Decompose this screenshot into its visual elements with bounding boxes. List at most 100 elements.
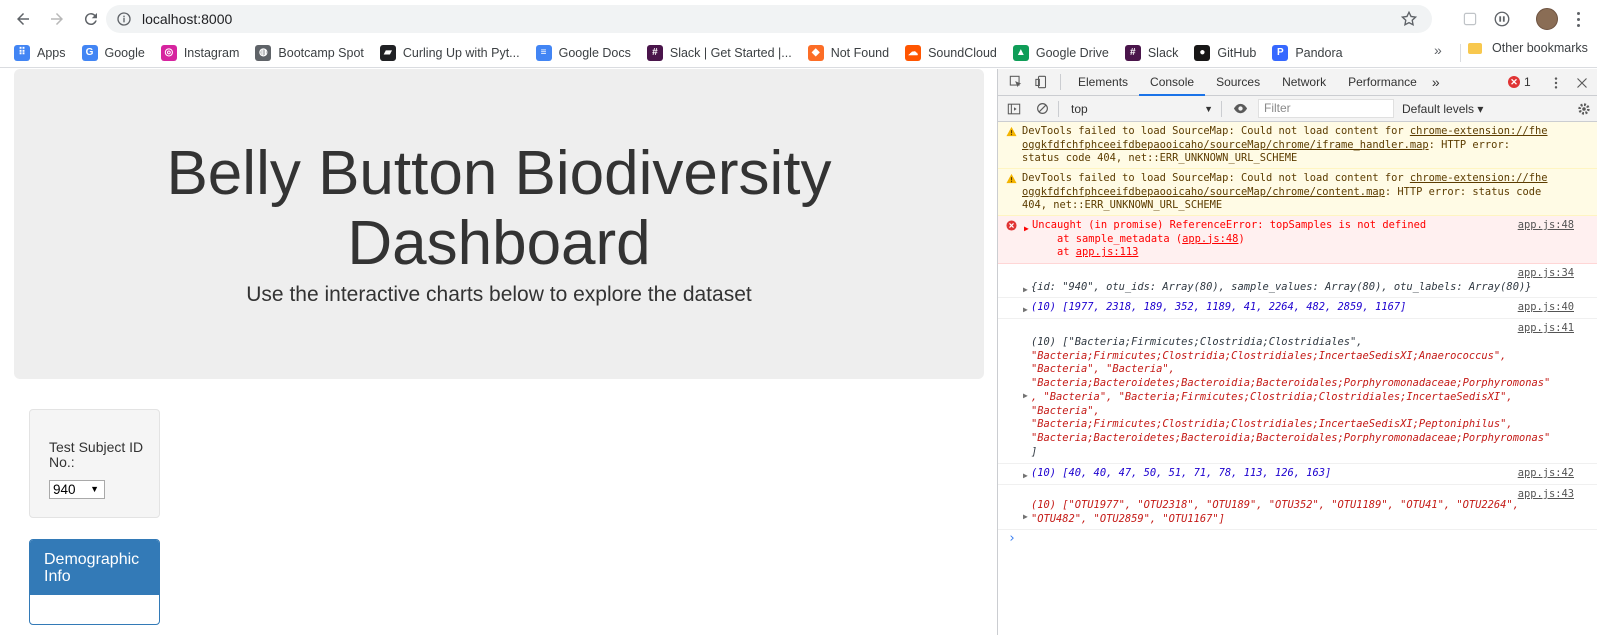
warning-icon	[1006, 173, 1017, 184]
log-array-line: "Bacteria",	[1031, 404, 1100, 417]
back-button[interactable]	[9, 5, 37, 33]
log-array: "OTU482", "OTU2859", "OTU1167"]	[1031, 512, 1225, 525]
jumbotron: Belly Button Biodiversity Dashboard Use …	[14, 69, 984, 379]
subject-id-select[interactable]: 940 ▼	[49, 480, 105, 499]
log-levels-select[interactable]: Default levels ▾	[1402, 102, 1483, 116]
google-docs-icon: ≡	[535, 44, 552, 61]
slack-icon: #	[1124, 44, 1141, 61]
prompt-chevron-icon: ›	[1008, 531, 1016, 546]
bookmark-item[interactable]: ⠿ Apps	[8, 41, 72, 65]
github-icon: ●	[1194, 44, 1211, 61]
bookmark-item[interactable]: ● GitHub	[1188, 41, 1262, 65]
forward-button[interactable]	[43, 5, 71, 33]
context-select[interactable]: top ▼	[1067, 99, 1217, 119]
address-bar[interactable]: localhost:8000	[106, 5, 1432, 33]
bookmark-item[interactable]: P Pandora	[1266, 41, 1348, 65]
gitlab-icon: ◆	[807, 44, 824, 61]
inspect-element-icon[interactable]	[1008, 74, 1024, 90]
log-array-line: "Bacteria;Bacteroidetes;Bacteroidia;Bact…	[1031, 431, 1551, 444]
eye-icon[interactable]	[1232, 101, 1248, 117]
sourcemap-link[interactable]: chrome-extension://fhe	[1410, 125, 1548, 137]
bookmark-item[interactable]: ◍ Bootcamp Spot	[249, 41, 369, 65]
console-error: app.js:48 ▶ Uncaught (in promise) Referen…	[998, 216, 1597, 264]
devtools-tab-sources[interactable]: Sources	[1205, 69, 1271, 96]
devtools-tab-elements[interactable]: Elements	[1067, 69, 1139, 96]
stack-link[interactable]: app.js:48	[1182, 233, 1238, 245]
error-counter[interactable]: ✕ 1	[1508, 75, 1531, 89]
error-count: 1	[1524, 75, 1531, 89]
book-icon: ▰	[379, 44, 396, 61]
page-subtitle: Use the interactive charts below to expl…	[246, 283, 752, 306]
device-toolbar-icon[interactable]	[1034, 74, 1050, 90]
console-log: app.js:41 ▶ (10) ["Bacteria;Firmicutes;C…	[998, 319, 1597, 464]
bookmark-item[interactable]: ☁ SoundCloud	[899, 41, 1003, 65]
bookmark-item[interactable]: ◆ Not Found	[802, 41, 895, 65]
info-icon[interactable]	[116, 11, 132, 27]
google-icon: G	[81, 44, 98, 61]
bookmark-star-icon[interactable]	[1400, 10, 1418, 28]
sourcemap-link[interactable]: oggkfdfchfphceeifdbepaooicaho/sourceMap/…	[1022, 139, 1429, 151]
bookmark-label: Bootcamp Spot	[278, 45, 364, 60]
bookmark-item[interactable]: ≡ Google Docs	[530, 41, 637, 65]
sidebar-toggle-icon[interactable]	[1006, 101, 1022, 117]
error-icon: ✕	[1508, 76, 1520, 88]
expand-arrow-icon[interactable]: ▶	[1023, 283, 1028, 297]
clear-console-icon[interactable]	[1034, 101, 1050, 117]
console-log: app.js:43 ▶ (10) ["OTU1977", "OTU2318", …	[998, 485, 1597, 530]
console-warning: DevTools failed to load SourceMap: Could…	[998, 122, 1597, 169]
source-link[interactable]: app.js:34	[1518, 267, 1574, 281]
bookmark-item[interactable]: ▰ Curling Up with Pyt...	[374, 41, 526, 65]
bookmark-label: GitHub	[1217, 45, 1257, 60]
bookmark-item[interactable]: ◎ Instagram	[155, 41, 246, 65]
bookmark-label: Google	[104, 45, 145, 60]
browser-toolbar: localhost:8000	[0, 0, 1597, 38]
devtools-tab-network[interactable]: Network	[1271, 69, 1337, 96]
devtools-tab-performance[interactable]: Performance	[1337, 69, 1428, 96]
console-log: app.js:34 ▶ {id: "940", otu_ids: Array(80…	[998, 264, 1597, 298]
devtools-menu-icon[interactable]	[1548, 75, 1564, 91]
profile-avatar[interactable]	[1536, 8, 1558, 30]
source-link[interactable]: app.js:40	[1518, 301, 1574, 315]
reload-button[interactable]	[77, 5, 105, 33]
reload-icon	[84, 13, 97, 26]
expand-arrow-icon[interactable]: ▶	[1023, 303, 1028, 317]
bookmark-item[interactable]: # Slack | Get Started |...	[641, 41, 798, 65]
browser-menu-icon[interactable]	[1568, 9, 1588, 29]
bookmark-label: Curling Up with Pyt...	[402, 45, 520, 60]
close-devtools-icon[interactable]	[1574, 75, 1590, 91]
console-filter-input[interactable]: Filter	[1258, 99, 1394, 118]
warning-text: status code 404, net::ERR_UNKNOWN_URL_SC…	[1022, 152, 1298, 165]
sourcemap-link[interactable]: chrome-extension://fhe	[1410, 172, 1548, 184]
console-settings-gear-icon[interactable]	[1576, 101, 1592, 117]
console-prompt[interactable]: ›	[998, 530, 1597, 550]
expand-arrow-icon[interactable]: ▶	[1023, 510, 1028, 524]
log-array-line: "Bacteria;Firmicutes;Clostridia;Clostrid…	[1031, 418, 1513, 431]
other-bookmarks[interactable]: Other bookmarks	[1468, 41, 1588, 55]
console-log: app.js:42 ▶ (10) [40, 40, 47, 50, 51, 71,…	[998, 464, 1597, 485]
slack-icon: #	[646, 44, 663, 61]
sourcemap-link[interactable]: oggkfdfchfphceeifdbepaooicaho/sourceMap/…	[1022, 186, 1385, 198]
bookmark-item[interactable]: # Slack	[1119, 41, 1185, 65]
bookmark-item[interactable]: ▲ Google Drive	[1007, 41, 1115, 65]
expand-arrow-icon[interactable]: ▶	[1023, 469, 1028, 483]
source-link[interactable]: app.js:48	[1518, 219, 1574, 233]
error-text: at sample_metadata (	[1032, 232, 1183, 245]
log-object: {id: "940", otu_ids: Array(80), sample_v…	[1031, 281, 1532, 293]
source-link[interactable]: app.js:41	[1518, 322, 1574, 336]
source-link[interactable]: app.js:43	[1518, 488, 1574, 502]
bookmark-item[interactable]: G Google	[76, 41, 151, 65]
console-log: app.js:40 ▶ (10) [1977, 2318, 189, 352, 1…	[998, 298, 1597, 319]
warning-text: : HTTP error: status code	[1384, 185, 1542, 198]
bookmark-label: Slack | Get Started |...	[669, 45, 792, 60]
stack-link[interactable]: app.js:113	[1076, 246, 1139, 258]
console-output[interactable]: DevTools failed to load SourceMap: Could…	[998, 122, 1597, 635]
extension-circle-icon[interactable]	[1492, 9, 1512, 29]
more-tabs-chevron[interactable]: »	[1428, 69, 1444, 96]
source-link[interactable]: app.js:42	[1518, 467, 1574, 481]
expand-arrow-icon[interactable]: ▶	[1023, 389, 1028, 403]
devtools-tab-console[interactable]: Console	[1139, 69, 1206, 96]
context-value: top	[1071, 101, 1088, 116]
extension-icon[interactable]	[1460, 9, 1480, 29]
bookmarks-more-chevron[interactable]: »	[1434, 42, 1442, 58]
expand-arrow-icon[interactable]: ▶	[1024, 222, 1029, 236]
